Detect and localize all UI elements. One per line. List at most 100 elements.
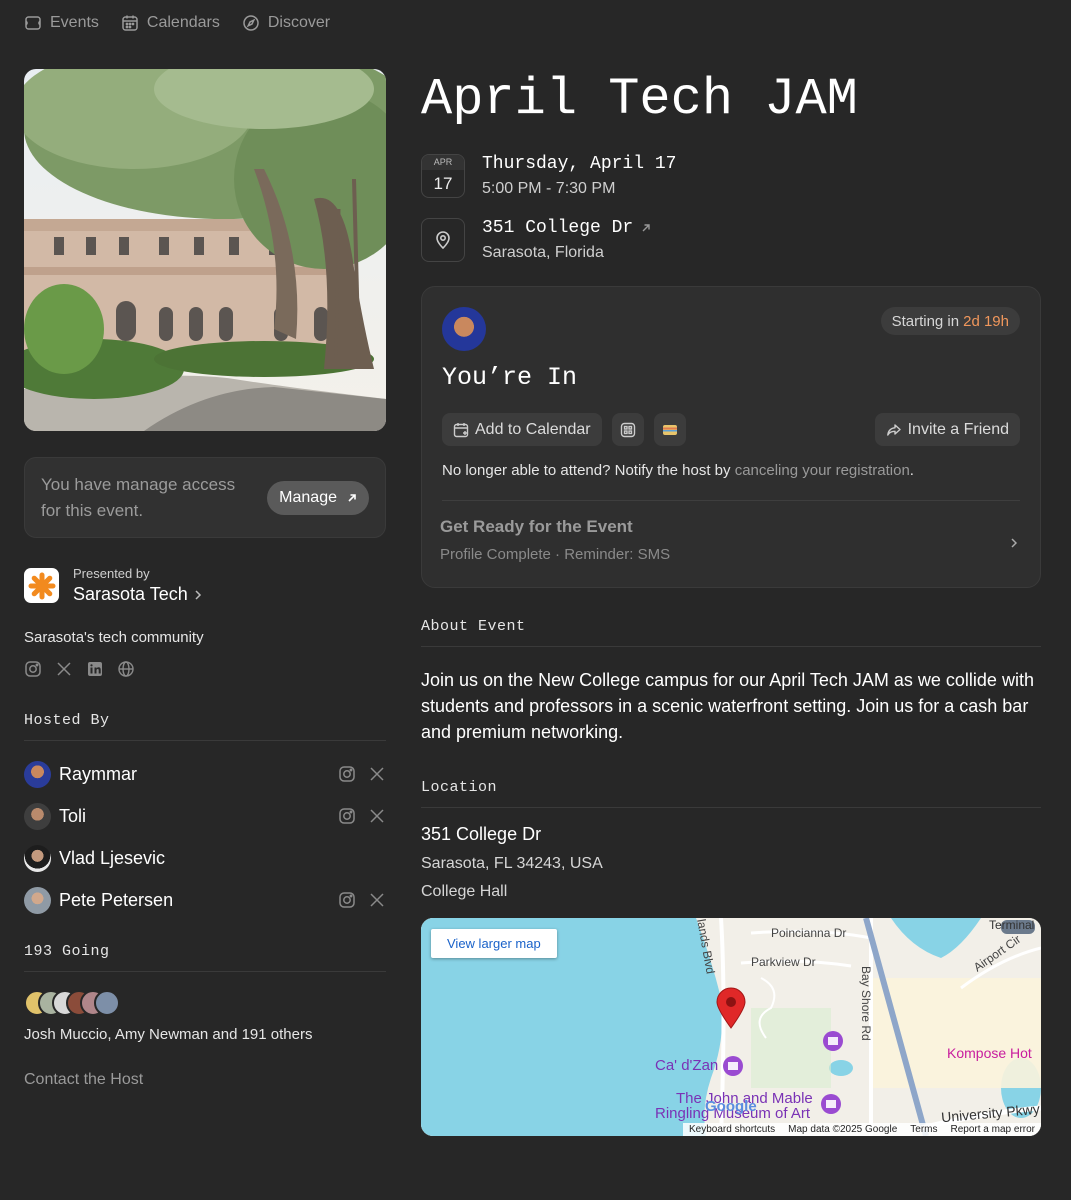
location-map[interactable]: View larger map Poincianna Dr Parkview D… xyxy=(421,918,1041,1136)
nav-discover[interactable]: Discover xyxy=(242,12,330,34)
host-row[interactable]: Raymmar xyxy=(24,753,386,795)
manage-button-label: Manage xyxy=(279,488,337,506)
map-terms[interactable]: Terms xyxy=(910,1124,937,1135)
map-label: Terminal xyxy=(989,918,1035,932)
about-title: About Event xyxy=(421,618,526,635)
starting-countdown: 2d 19h xyxy=(963,312,1009,330)
map-label: Parkview Dr xyxy=(751,955,816,969)
x-twitter-icon[interactable] xyxy=(55,660,73,678)
right-column: April Tech JAM APR 17 Thursday, April 17… xyxy=(421,60,1041,1136)
add-to-calendar-button[interactable]: Add to Calendar xyxy=(442,413,602,446)
invite-friend-button[interactable]: Invite a Friend xyxy=(874,413,1020,446)
calendar-icon xyxy=(122,15,138,31)
get-ready-subtitle: Profile Complete · Reminder: SMS xyxy=(440,546,671,563)
host-row[interactable]: Toli xyxy=(24,795,386,837)
attendee-names: Josh Muccio, Amy Newman and 191 others xyxy=(24,1026,313,1043)
host-name: Toli xyxy=(59,805,87,826)
manage-access-text: You have manage access for this event. xyxy=(41,474,236,520)
cancel-prefix: No longer able to attend? Notify the hos… xyxy=(442,462,731,479)
nav-calendars[interactable]: Calendars xyxy=(121,12,220,34)
location-place: College Hall xyxy=(421,883,508,900)
x-twitter-icon[interactable] xyxy=(368,891,386,909)
event-city: Sarasota, Florida xyxy=(482,244,604,261)
event-date-row: APR 17 Thursday, April 17 5:00 PM - 7:30… xyxy=(421,154,1041,198)
location-pin-badge xyxy=(421,218,465,262)
cancel-registration-link[interactable]: canceling your registration xyxy=(735,462,910,479)
cancel-notice: No longer able to attend? Notify the hos… xyxy=(442,462,914,479)
presenter-name-link[interactable]: Sarasota Tech xyxy=(73,584,202,605)
view-larger-map-button[interactable]: View larger map xyxy=(431,929,557,958)
map-report-error[interactable]: Report a map error xyxy=(951,1124,1035,1135)
event-location-row[interactable]: 351 College Dr Sarasota, Florida xyxy=(421,218,1041,262)
map-keyboard-shortcuts[interactable]: Keyboard shortcuts xyxy=(689,1124,775,1135)
host-name: Vlad Ljesevic xyxy=(59,847,166,868)
google-logo: Google xyxy=(705,1098,757,1115)
instagram-icon[interactable] xyxy=(338,807,356,825)
date-month: APR xyxy=(422,155,464,170)
get-ready-row[interactable]: Get Ready for the Event Profile Complete… xyxy=(440,517,1022,569)
event-title: April Tech JAM xyxy=(421,70,858,129)
event-date: Thursday, April 17 xyxy=(482,154,677,174)
x-twitter-icon[interactable] xyxy=(368,807,386,825)
nav-discover-label: Discover xyxy=(267,14,331,31)
host-avatar xyxy=(24,760,51,788)
hosted-by-title: Hosted By xyxy=(24,712,110,729)
linkedin-icon[interactable] xyxy=(86,660,104,678)
map-footer: Keyboard shortcuts Map data ©2025 Google… xyxy=(682,1123,1041,1136)
host-row[interactable]: Vlad Ljesevic xyxy=(24,837,386,879)
contact-host-link[interactable]: Contact the Host xyxy=(24,1071,386,1089)
host-row[interactable]: Pete Petersen xyxy=(24,879,386,921)
card-actions: Add to Calendar Invite a Friend xyxy=(442,413,1020,446)
wallet-button[interactable] xyxy=(653,413,686,446)
location-divider xyxy=(421,807,1041,808)
registration-status: You’re In xyxy=(442,363,578,392)
globe-icon[interactable] xyxy=(117,660,135,678)
map-data-credit: Map data ©2025 Google xyxy=(788,1124,898,1135)
nav-calendars-label: Calendars xyxy=(146,14,220,31)
date-badge: APR 17 xyxy=(421,154,465,198)
starting-in-badge: Starting in 2d 19h xyxy=(880,307,1020,335)
qr-code-button[interactable] xyxy=(611,413,644,446)
going-title: 193 Going xyxy=(24,943,110,960)
left-column: You have manage access for this event. M… xyxy=(24,69,386,1089)
map-label: Bay Shore Rd xyxy=(859,966,873,1041)
host-name: Pete Petersen xyxy=(59,889,174,910)
registration-card: Starting in 2d 19h You’re In Add to Cale… xyxy=(421,286,1041,588)
map-pin-icon xyxy=(436,231,450,250)
map-label: Kompose Hot xyxy=(947,1045,1032,1061)
compass-icon xyxy=(243,15,259,31)
presenter-description: Sarasota's tech community xyxy=(24,629,204,646)
presenter-socials xyxy=(24,660,386,678)
event-cover-image xyxy=(24,69,386,431)
sarasota-tech-logo[interactable] xyxy=(24,568,59,603)
instagram-icon[interactable] xyxy=(338,891,356,909)
map-label: Ca' d'Zan xyxy=(655,1057,719,1074)
manage-access-box: You have manage access for this event. M… xyxy=(24,457,386,538)
location-address: Sarasota, FL 34243, USA xyxy=(421,855,603,872)
going-divider xyxy=(24,971,386,972)
host-avatar xyxy=(24,886,51,914)
get-ready-title: Get Ready for the Event xyxy=(440,517,633,536)
user-avatar xyxy=(442,307,486,351)
invite-friend-label: Invite a Friend xyxy=(907,420,1009,438)
event-time: 5:00 PM - 7:30 PM xyxy=(482,180,616,197)
about-divider xyxy=(421,646,1041,647)
presenter: Presented by Sarasota Tech xyxy=(24,566,386,605)
host-avatar xyxy=(24,802,51,830)
calendar-plus-icon xyxy=(453,422,469,437)
attendee-avatars[interactable] xyxy=(24,990,386,1016)
about-text: Join us on the New College campus for ou… xyxy=(421,670,1034,742)
instagram-icon[interactable] xyxy=(24,660,42,678)
date-day: 17 xyxy=(433,174,453,193)
chevron-right-icon xyxy=(195,589,201,600)
host-avatar xyxy=(24,844,51,872)
nav-events[interactable]: Events xyxy=(24,12,99,34)
location-name: 351 College Dr xyxy=(421,824,542,844)
chevron-right-icon xyxy=(1011,538,1018,548)
presented-by-label: Presented by xyxy=(73,566,150,581)
x-twitter-icon[interactable] xyxy=(368,765,386,783)
manage-button[interactable]: Manage xyxy=(267,480,369,515)
arrow-up-right-icon xyxy=(348,493,356,502)
instagram-icon[interactable] xyxy=(338,765,356,783)
ticket-icon xyxy=(25,16,41,30)
